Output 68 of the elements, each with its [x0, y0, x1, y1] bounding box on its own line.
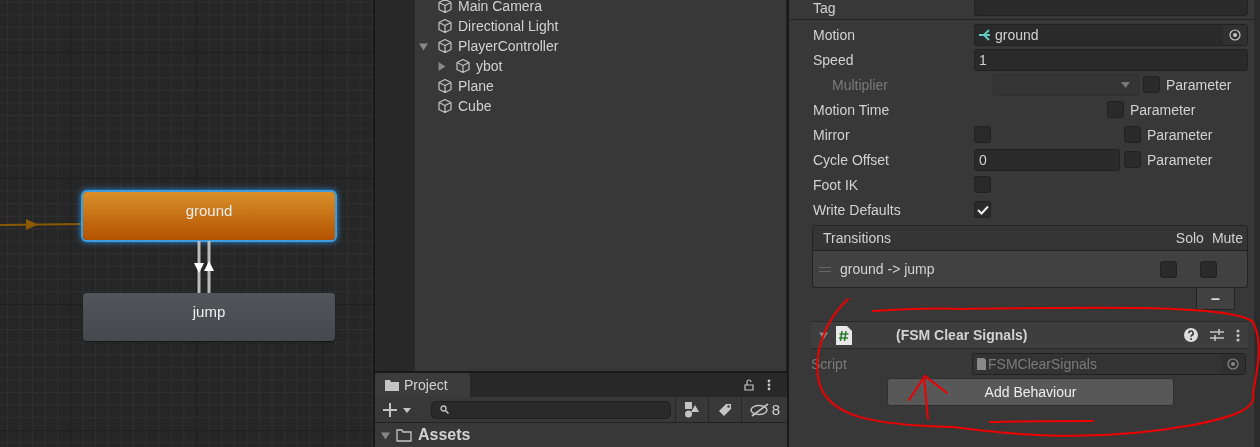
solo-label: Solo: [1175, 230, 1204, 246]
property-label: Mirror: [813, 126, 851, 143]
lock-icon[interactable]: [744, 379, 754, 391]
hierarchy-item[interactable]: PlayerController: [458, 38, 559, 54]
foldout-arrow[interactable]: [819, 330, 828, 340]
tag-icon: [718, 402, 732, 417]
folder-icon: [396, 428, 412, 442]
cube-icon: [437, 78, 453, 94]
sliders-icon[interactable]: [1210, 328, 1224, 342]
remove-button[interactable]: –: [1196, 288, 1235, 310]
project-tab[interactable]: Project: [375, 373, 470, 397]
cube-icon: [437, 38, 453, 54]
transition-item[interactable]: ground -> jump: [840, 261, 935, 277]
property-label: Multiplier: [831, 76, 889, 93]
hierarchy-item[interactable]: Main Camera: [458, 0, 543, 14]
parameter-label: Parameter: [1130, 101, 1196, 118]
checkbox[interactable]: [974, 201, 991, 218]
more-icon[interactable]: [767, 379, 771, 391]
search-icon: [440, 405, 449, 414]
property-label: Cycle Offset: [813, 151, 890, 168]
parameter-label: Parameter: [1147, 151, 1213, 168]
state-node[interactable]: jump: [83, 293, 335, 341]
property-label: Motion: [813, 26, 857, 43]
hierarchy-item[interactable]: Cube: [458, 98, 492, 114]
shapes-icon: [684, 401, 700, 418]
cube-icon: [437, 0, 453, 14]
solo-checkbox[interactable]: [1160, 260, 1177, 278]
cube-icon: [437, 18, 453, 34]
foldout-arrow[interactable]: [381, 430, 390, 440]
folder-icon: [385, 379, 399, 391]
property-label: Motion Time: [813, 101, 891, 118]
object-picker-icon[interactable]: [1223, 24, 1247, 45]
add-behaviour-button[interactable]: Add Behaviour: [887, 378, 1174, 406]
motion-value: ground: [995, 26, 1039, 43]
search-field[interactable]: [431, 400, 671, 419]
foldout-arrow[interactable]: [437, 61, 446, 71]
component-title: (FSM Clear Signals): [896, 327, 1028, 343]
hidden-eye-icon: [748, 402, 771, 417]
script-value: FSMClearSignals: [988, 355, 1097, 372]
property-label: Foot IK: [813, 176, 860, 193]
number-field[interactable]: 0: [974, 148, 1120, 171]
cube-icon: [455, 58, 471, 74]
drag-handle-icon[interactable]: [819, 266, 831, 272]
hierarchy-item[interactable]: ybot: [476, 58, 503, 74]
foldout-arrow[interactable]: [419, 41, 428, 51]
cube-icon: [437, 98, 453, 114]
mute-label: Mute: [1211, 230, 1243, 246]
tag-label: Tag: [813, 0, 837, 16]
script-icon: [977, 357, 986, 370]
script-icon: [836, 325, 852, 345]
mute-checkbox[interactable]: [1200, 260, 1217, 278]
number-field[interactable]: 1: [974, 48, 1248, 71]
parameter-label: Parameter: [1147, 126, 1213, 143]
property-label: Speed: [813, 51, 855, 68]
more-icon[interactable]: [1236, 328, 1240, 342]
hierarchy-item[interactable]: Plane: [458, 78, 494, 94]
motion-field[interactable]: ground: [974, 23, 1248, 46]
property-label: Write Defaults: [813, 201, 902, 218]
hierarchy-item[interactable]: Directional Light: [458, 18, 559, 34]
parameter-label: Parameter: [1166, 76, 1232, 93]
folder-item[interactable]: Assets: [418, 426, 471, 444]
caret-icon: [1121, 81, 1130, 88]
transitions-title: Transitions: [823, 230, 891, 246]
add-dropdown-icon[interactable]: [383, 402, 413, 417]
blend-tree-icon: [979, 28, 993, 41]
hidden-count-button[interactable]: 8: [741, 397, 787, 422]
transition-arrows: [194, 241, 214, 293]
help-icon[interactable]: [1184, 328, 1198, 342]
